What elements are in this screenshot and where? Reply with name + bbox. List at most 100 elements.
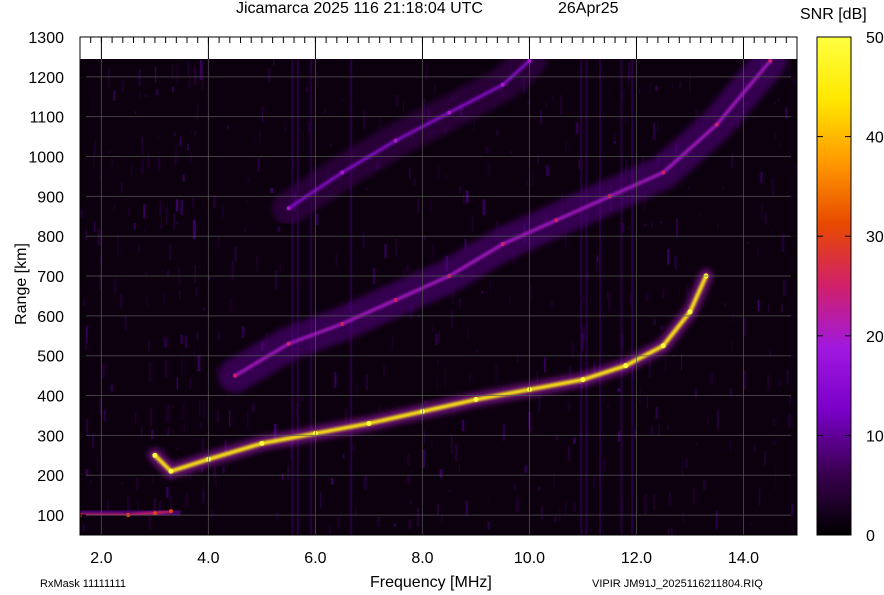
trace-point (580, 377, 586, 383)
noise-streak (408, 519, 412, 529)
trace-point (286, 206, 291, 211)
noise-streak (413, 178, 416, 186)
noise-streak (764, 450, 766, 466)
noise-streak (215, 367, 218, 372)
noise-streak (502, 423, 506, 441)
noise-streak (262, 106, 264, 123)
noise-streak (695, 388, 697, 398)
noise-streak (771, 177, 775, 198)
noise-streak (643, 223, 647, 227)
noise-streak (757, 300, 760, 312)
noise-streak (146, 294, 148, 307)
noise-streak (707, 417, 709, 425)
noise-streak (514, 482, 516, 490)
noise-streak (436, 504, 440, 515)
noise-streak (162, 292, 165, 304)
noise-streak (693, 487, 696, 504)
noise-streak (103, 409, 105, 422)
trace-point (340, 321, 345, 326)
noise-streak (165, 206, 168, 226)
interference-line (620, 59, 623, 535)
noise-streak (120, 481, 124, 485)
noise-streak (758, 488, 761, 506)
noise-streak (462, 193, 465, 206)
noise-streak (614, 131, 616, 141)
trace-point (168, 509, 173, 514)
noise-streak (252, 402, 255, 413)
noise-streak (286, 465, 290, 481)
noise-streak (424, 400, 427, 404)
noise-streak (182, 174, 185, 182)
noise-streak (459, 185, 462, 193)
interference-line (585, 59, 588, 535)
y-tick-label: 1300 (28, 30, 64, 47)
noise-streak (395, 94, 399, 107)
noise-streak (330, 478, 334, 485)
noise-streak (167, 427, 170, 436)
noise-streak (516, 497, 520, 512)
x-tick-label: 10.0 (514, 550, 545, 567)
noise-streak (622, 90, 625, 98)
noise-streak (97, 228, 101, 246)
noise-streak (551, 95, 554, 102)
noise-streak (778, 143, 781, 146)
noise-streak (136, 477, 139, 487)
noise-streak (334, 372, 337, 388)
noise-streak (774, 133, 777, 139)
noise-streak (435, 334, 438, 346)
noise-streak (655, 406, 659, 420)
y-tick-label: 400 (37, 389, 64, 406)
noise-streak (222, 206, 224, 219)
colorbar-tick-label: 10 (866, 428, 884, 445)
noise-streak (458, 463, 460, 472)
noise-streak (651, 221, 654, 228)
noise-streak (650, 426, 654, 435)
noise-streak (215, 479, 218, 488)
noise-streak (147, 339, 150, 351)
noise-streak (657, 121, 660, 132)
noise-streak (83, 299, 86, 306)
noise-streak (653, 494, 656, 510)
noise-streak (767, 374, 770, 391)
noise-streak (259, 129, 262, 144)
noise-streak (85, 469, 89, 476)
x-tick-label: 14.0 (728, 550, 759, 567)
noise-streak (187, 143, 189, 151)
noise-streak (144, 94, 148, 98)
noise-streak (750, 520, 753, 527)
noise-streak (257, 157, 260, 172)
noise-streak (302, 130, 304, 151)
noise-streak (537, 486, 541, 491)
trace-point (661, 170, 666, 175)
noise-streak (243, 227, 247, 233)
noise-streak (279, 262, 281, 273)
noise-streak (530, 283, 532, 302)
noise-streak (197, 354, 201, 372)
noise-streak (550, 300, 554, 309)
noise-streak (341, 99, 344, 102)
noise-streak (307, 122, 310, 134)
noise-streak (545, 101, 548, 107)
noise-streak (194, 130, 197, 137)
noise-streak (546, 165, 549, 176)
noise-streak (228, 409, 231, 427)
noise-streak (710, 372, 713, 385)
noise-streak (685, 457, 688, 469)
noise-streak (653, 122, 655, 141)
noise-streak (213, 195, 216, 209)
noise-streak (593, 475, 596, 488)
noise-streak (716, 222, 719, 230)
noise-streak (273, 59, 275, 65)
rxmask-label: RxMask 11111111 (40, 578, 127, 590)
noise-streak (775, 465, 777, 483)
noise-streak (488, 493, 490, 502)
noise-streak (596, 255, 599, 263)
noise-streak (573, 437, 576, 444)
noise-streak (134, 411, 137, 424)
noise-streak (171, 86, 174, 92)
noise-streak (717, 409, 719, 430)
noise-streak (194, 346, 196, 359)
noise-streak (144, 226, 146, 232)
noise-streak (481, 290, 484, 294)
noise-streak (526, 180, 529, 186)
